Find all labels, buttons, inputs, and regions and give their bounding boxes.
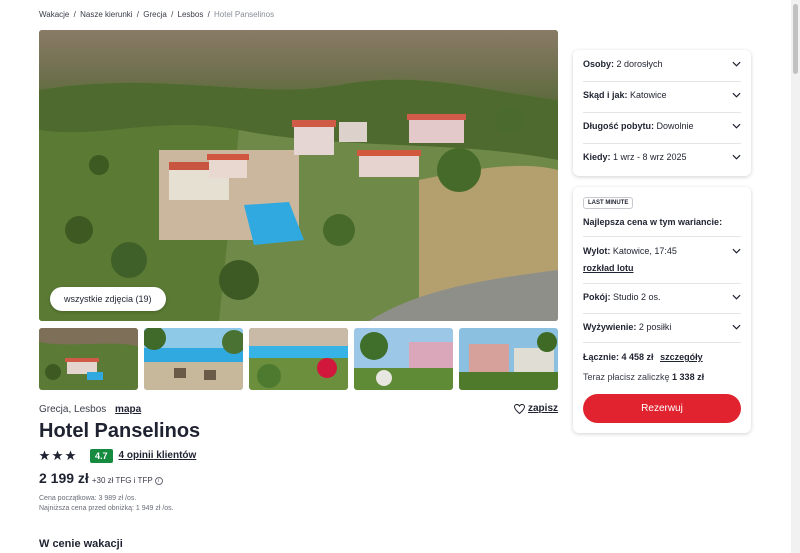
- offer-card: LAST MINUTE Najlepsza cena w tym warianc…: [573, 187, 751, 433]
- map-link[interactable]: mapa: [115, 404, 141, 415]
- deposit-info: Teraz płacisz zaliczkę 1 338 zł: [583, 372, 705, 382]
- initial-price: Cena początkowa: 3 989 zł /os.: [39, 495, 137, 502]
- board-selector[interactable]: Wyżywienie: 2 posiłki: [583, 322, 741, 332]
- book-button[interactable]: Rezerwuj: [583, 394, 741, 423]
- rating-score-badge: 4.7: [90, 448, 113, 463]
- all-photos-button[interactable]: wszystkie zdjęcia (19): [50, 287, 166, 311]
- hotel-location: Grecja, Lesbos mapa: [39, 404, 141, 415]
- chevron-down-icon: [732, 294, 741, 300]
- photo-thumbnail[interactable]: [144, 328, 243, 390]
- departure-selector[interactable]: Skąd i jak: Katowice: [583, 90, 741, 100]
- details-link[interactable]: szczegóły: [660, 352, 703, 362]
- breadcrumb: Wakacje / Nasze kierunki / Grecja / Lesb…: [39, 10, 275, 19]
- price: 2 199 zł: [39, 470, 89, 486]
- rating-row: 4.7 4 opinii klientów: [39, 448, 196, 463]
- search-params-card: Osoby: 2 dorosłych Skąd i jak: Katowice …: [573, 50, 751, 176]
- save-button[interactable]: zapisz: [514, 403, 558, 414]
- price-row: 2 199 zł +30 zł TFG i TFP i: [39, 470, 163, 486]
- save-label: zapisz: [528, 403, 559, 414]
- dates-selector[interactable]: Kiedy: 1 wrz - 8 wrz 2025: [583, 152, 741, 162]
- breadcrumb-item[interactable]: Grecja: [143, 10, 167, 19]
- duration-selector[interactable]: Długość pobytu: Dowolnie: [583, 121, 741, 131]
- total-price: Łącznie: 4 458 zł szczegóły: [583, 352, 703, 362]
- info-icon[interactable]: i: [154, 476, 163, 485]
- hotel-name: Hotel Panselinos: [39, 420, 201, 442]
- thumbnail-strip: [39, 328, 558, 390]
- photo-thumbnail[interactable]: [249, 328, 348, 390]
- flight-schedule-link[interactable]: rozkład lotu: [583, 263, 634, 273]
- section-title: W cenie wakacji: [39, 538, 123, 550]
- best-price-heading: Najlepsza cena w tym wariancie:: [583, 217, 723, 227]
- lowest-price: Najniższa cena przed obniżką: 1 949 zł /…: [39, 505, 174, 512]
- chevron-down-icon: [732, 92, 741, 98]
- persons-selector[interactable]: Osoby: 2 dorosłych: [583, 59, 741, 69]
- star-icon: [39, 450, 50, 461]
- scrollbar-thumb[interactable]: [793, 4, 798, 74]
- hotel-stars: [39, 450, 76, 461]
- flight-selector[interactable]: Wylot: Katowice, 17:45: [583, 246, 741, 256]
- chevron-down-icon: [732, 324, 741, 330]
- location-text: Grecja, Lesbos: [39, 404, 107, 415]
- heart-icon: [514, 403, 525, 414]
- breadcrumb-current: Hotel Panselinos: [214, 10, 275, 19]
- breadcrumb-item[interactable]: Lesbos: [178, 10, 204, 19]
- star-icon: [52, 450, 63, 461]
- room-selector[interactable]: Pokój: Studio 2 os.: [583, 292, 741, 302]
- photo-thumbnail[interactable]: [459, 328, 558, 390]
- breadcrumb-item[interactable]: Wakacje: [39, 10, 69, 19]
- chevron-down-icon: [732, 123, 741, 129]
- photo-thumbnail[interactable]: [39, 328, 138, 390]
- tfg-fee: +30 zł TFG i TFP i: [92, 476, 163, 485]
- chevron-down-icon: [732, 248, 741, 254]
- hero-photo[interactable]: [39, 30, 558, 321]
- star-icon: [65, 450, 76, 461]
- scrollbar[interactable]: [791, 0, 800, 553]
- last-minute-badge: LAST MINUTE: [583, 197, 634, 209]
- chevron-down-icon: [732, 61, 741, 67]
- reviews-link[interactable]: 4 opinii klientów: [119, 450, 197, 461]
- chevron-down-icon: [732, 154, 741, 160]
- photo-thumbnail[interactable]: [354, 328, 453, 390]
- price-history: Cena początkowa: 3 989 zł /os. Najniższa…: [39, 494, 174, 514]
- breadcrumb-item[interactable]: Nasze kierunki: [80, 10, 132, 19]
